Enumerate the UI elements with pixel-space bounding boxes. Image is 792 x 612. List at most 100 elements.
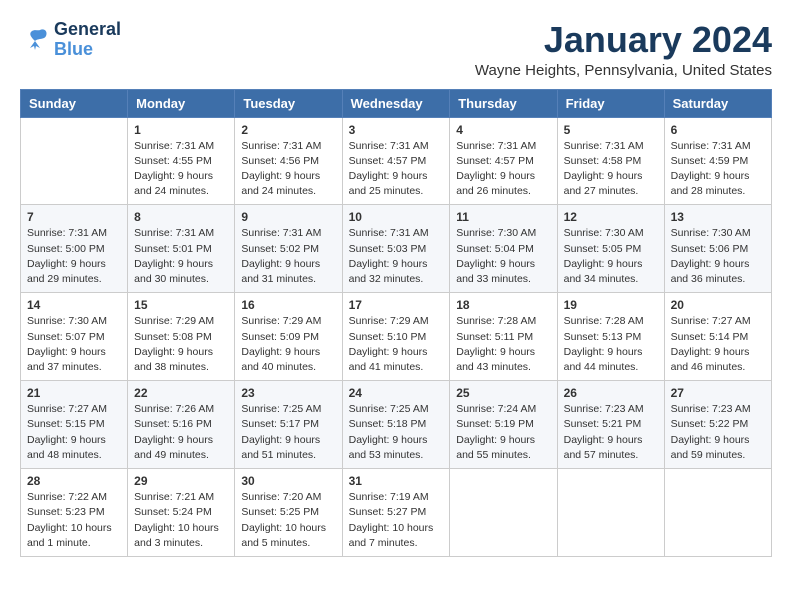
daylight-text: Daylight: 9 hours and 55 minutes. (456, 434, 535, 461)
sunset-text: Sunset: 5:27 PM (349, 506, 427, 518)
calendar-cell: 29 Sunrise: 7:21 AM Sunset: 5:24 PM Dayl… (128, 469, 235, 557)
calendar-cell: 20 Sunrise: 7:27 AM Sunset: 5:14 PM Dayl… (664, 293, 771, 381)
calendar-cell: 4 Sunrise: 7:31 AM Sunset: 4:57 PM Dayli… (450, 117, 557, 205)
daylight-text: Daylight: 9 hours and 40 minutes. (241, 346, 320, 373)
day-detail: Sunrise: 7:24 AM Sunset: 5:19 PM Dayligh… (456, 402, 550, 463)
day-detail: Sunrise: 7:30 AM Sunset: 5:04 PM Dayligh… (456, 226, 550, 287)
sunrise-text: Sunrise: 7:31 AM (349, 140, 429, 152)
sunrise-text: Sunrise: 7:21 AM (134, 491, 214, 503)
sunrise-text: Sunrise: 7:30 AM (564, 227, 644, 239)
header-friday: Friday (557, 89, 664, 117)
calendar-cell: 17 Sunrise: 7:29 AM Sunset: 5:10 PM Dayl… (342, 293, 450, 381)
day-detail: Sunrise: 7:30 AM Sunset: 5:06 PM Dayligh… (671, 226, 765, 287)
calendar-cell: 22 Sunrise: 7:26 AM Sunset: 5:16 PM Dayl… (128, 381, 235, 469)
daylight-text: Daylight: 9 hours and 43 minutes. (456, 346, 535, 373)
day-detail: Sunrise: 7:31 AM Sunset: 5:00 PM Dayligh… (27, 226, 121, 287)
day-detail: Sunrise: 7:19 AM Sunset: 5:27 PM Dayligh… (349, 490, 444, 551)
day-number: 16 (241, 298, 335, 312)
calendar-cell (21, 117, 128, 205)
day-detail: Sunrise: 7:28 AM Sunset: 5:11 PM Dayligh… (456, 314, 550, 375)
sunrise-text: Sunrise: 7:31 AM (671, 140, 751, 152)
sunset-text: Sunset: 4:56 PM (241, 155, 319, 167)
daylight-text: Daylight: 9 hours and 32 minutes. (349, 258, 428, 285)
calendar-week-row: 7 Sunrise: 7:31 AM Sunset: 5:00 PM Dayli… (21, 205, 772, 293)
daylight-text: Daylight: 10 hours and 3 minutes. (134, 522, 219, 549)
calendar-cell: 31 Sunrise: 7:19 AM Sunset: 5:27 PM Dayl… (342, 469, 450, 557)
sunset-text: Sunset: 5:24 PM (134, 506, 212, 518)
day-number: 23 (241, 386, 335, 400)
sunrise-text: Sunrise: 7:19 AM (349, 491, 429, 503)
calendar-cell: 13 Sunrise: 7:30 AM Sunset: 5:06 PM Dayl… (664, 205, 771, 293)
day-detail: Sunrise: 7:29 AM Sunset: 5:10 PM Dayligh… (349, 314, 444, 375)
daylight-text: Daylight: 9 hours and 49 minutes. (134, 434, 213, 461)
sunset-text: Sunset: 5:13 PM (564, 331, 642, 343)
sunset-text: Sunset: 4:55 PM (134, 155, 212, 167)
day-number: 11 (456, 210, 550, 224)
day-number: 25 (456, 386, 550, 400)
day-detail: Sunrise: 7:31 AM Sunset: 5:01 PM Dayligh… (134, 226, 228, 287)
calendar-header-row: Sunday Monday Tuesday Wednesday Thursday… (21, 89, 772, 117)
sunrise-text: Sunrise: 7:23 AM (564, 403, 644, 415)
header-thursday: Thursday (450, 89, 557, 117)
day-detail: Sunrise: 7:31 AM Sunset: 4:59 PM Dayligh… (671, 139, 765, 200)
daylight-text: Daylight: 9 hours and 53 minutes. (349, 434, 428, 461)
sunrise-text: Sunrise: 7:30 AM (27, 315, 107, 327)
calendar-cell: 12 Sunrise: 7:30 AM Sunset: 5:05 PM Dayl… (557, 205, 664, 293)
sunrise-text: Sunrise: 7:23 AM (671, 403, 751, 415)
sunset-text: Sunset: 5:07 PM (27, 331, 105, 343)
day-detail: Sunrise: 7:27 AM Sunset: 5:15 PM Dayligh… (27, 402, 121, 463)
page-header: GeneralBlue January 2024 Wayne Heights, … (20, 20, 772, 79)
day-detail: Sunrise: 7:27 AM Sunset: 5:14 PM Dayligh… (671, 314, 765, 375)
sunrise-text: Sunrise: 7:29 AM (241, 315, 321, 327)
daylight-text: Daylight: 10 hours and 5 minutes. (241, 522, 326, 549)
day-number: 1 (134, 123, 228, 137)
location-subtitle: Wayne Heights, Pennsylvania, United Stat… (475, 62, 772, 79)
day-number: 13 (671, 210, 765, 224)
sunrise-text: Sunrise: 7:27 AM (27, 403, 107, 415)
sunrise-text: Sunrise: 7:27 AM (671, 315, 751, 327)
calendar-cell: 16 Sunrise: 7:29 AM Sunset: 5:09 PM Dayl… (235, 293, 342, 381)
day-number: 2 (241, 123, 335, 137)
day-number: 4 (456, 123, 550, 137)
daylight-text: Daylight: 9 hours and 41 minutes. (349, 346, 428, 373)
sunrise-text: Sunrise: 7:25 AM (349, 403, 429, 415)
calendar-cell (664, 469, 771, 557)
day-number: 10 (349, 210, 444, 224)
header-sunday: Sunday (21, 89, 128, 117)
calendar-cell: 21 Sunrise: 7:27 AM Sunset: 5:15 PM Dayl… (21, 381, 128, 469)
sunset-text: Sunset: 5:14 PM (671, 331, 749, 343)
day-number: 18 (456, 298, 550, 312)
daylight-text: Daylight: 9 hours and 51 minutes. (241, 434, 320, 461)
sunset-text: Sunset: 5:11 PM (456, 331, 533, 343)
day-number: 19 (564, 298, 658, 312)
sunrise-text: Sunrise: 7:26 AM (134, 403, 214, 415)
sunrise-text: Sunrise: 7:28 AM (564, 315, 644, 327)
day-detail: Sunrise: 7:23 AM Sunset: 5:21 PM Dayligh… (564, 402, 658, 463)
daylight-text: Daylight: 9 hours and 29 minutes. (27, 258, 106, 285)
day-number: 27 (671, 386, 765, 400)
day-number: 20 (671, 298, 765, 312)
calendar-cell: 11 Sunrise: 7:30 AM Sunset: 5:04 PM Dayl… (450, 205, 557, 293)
day-detail: Sunrise: 7:20 AM Sunset: 5:25 PM Dayligh… (241, 490, 335, 551)
logo: GeneralBlue (20, 20, 121, 60)
day-detail: Sunrise: 7:30 AM Sunset: 5:05 PM Dayligh… (564, 226, 658, 287)
day-number: 26 (564, 386, 658, 400)
day-detail: Sunrise: 7:31 AM Sunset: 4:57 PM Dayligh… (349, 139, 444, 200)
day-number: 28 (27, 474, 121, 488)
daylight-text: Daylight: 9 hours and 57 minutes. (564, 434, 643, 461)
sunset-text: Sunset: 5:06 PM (671, 243, 749, 255)
sunrise-text: Sunrise: 7:31 AM (134, 140, 214, 152)
daylight-text: Daylight: 9 hours and 24 minutes. (241, 170, 320, 197)
logo-icon (20, 26, 50, 54)
day-number: 7 (27, 210, 121, 224)
day-detail: Sunrise: 7:25 AM Sunset: 5:18 PM Dayligh… (349, 402, 444, 463)
calendar-week-row: 14 Sunrise: 7:30 AM Sunset: 5:07 PM Dayl… (21, 293, 772, 381)
day-number: 15 (134, 298, 228, 312)
day-number: 6 (671, 123, 765, 137)
calendar-cell: 9 Sunrise: 7:31 AM Sunset: 5:02 PM Dayli… (235, 205, 342, 293)
sunrise-text: Sunrise: 7:31 AM (241, 140, 321, 152)
calendar-cell: 7 Sunrise: 7:31 AM Sunset: 5:00 PM Dayli… (21, 205, 128, 293)
day-number: 9 (241, 210, 335, 224)
daylight-text: Daylight: 9 hours and 27 minutes. (564, 170, 643, 197)
sunrise-text: Sunrise: 7:25 AM (241, 403, 321, 415)
